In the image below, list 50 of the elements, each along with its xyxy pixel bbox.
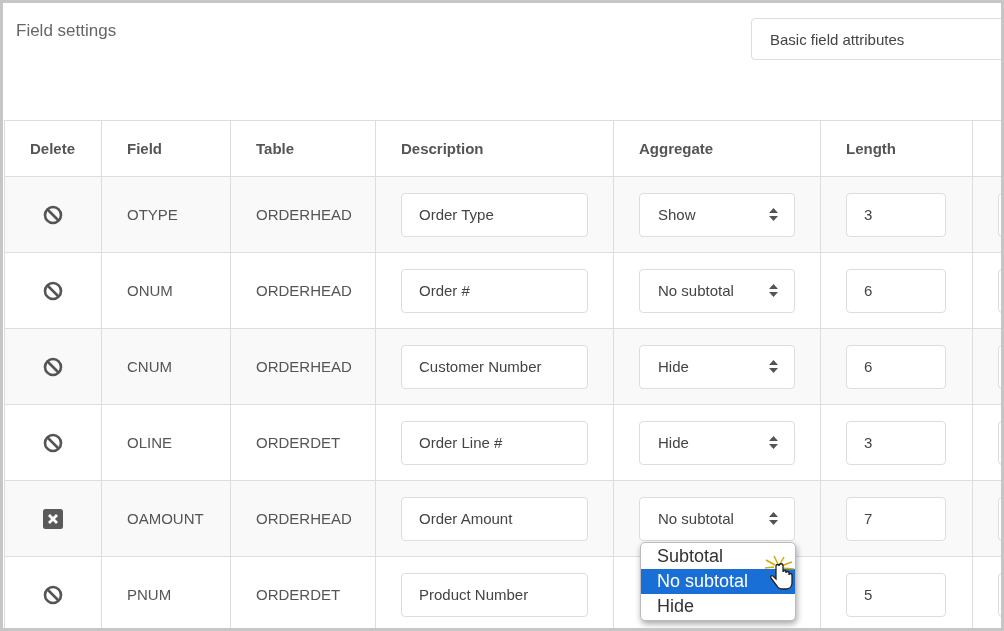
length-field[interactable]: 7 [846, 496, 946, 541]
prohibited-icon[interactable] [43, 204, 63, 225]
sort-caret-icon [769, 436, 778, 449]
prohibited-icon[interactable] [43, 356, 63, 377]
table-name: ORDERDET [256, 586, 341, 603]
table-name: ORDERHEAD [256, 206, 352, 223]
close-box-icon[interactable] [43, 508, 63, 529]
field-name: CNUM [127, 358, 172, 375]
prohibited-icon[interactable] [43, 432, 63, 453]
field-name: ONUM [127, 282, 173, 299]
length-field[interactable]: 3 [846, 420, 946, 465]
aggregate-select[interactable]: Show [639, 192, 795, 237]
description-field[interactable]: Order Line # [401, 420, 588, 465]
table-name: ORDERHEAD [256, 510, 352, 527]
sort-caret-icon [769, 360, 778, 373]
dropdown-option[interactable]: No subtotal [641, 568, 795, 594]
dropdown-option[interactable]: Subtotal [641, 543, 795, 569]
description-field[interactable]: Order Amount [401, 496, 588, 541]
sort-caret-icon [769, 208, 778, 221]
length-field[interactable]: 3 [846, 192, 946, 237]
sort-caret-icon [769, 512, 778, 525]
description-field[interactable]: Order # [401, 268, 588, 313]
table-name: ORDERHEAD [256, 358, 352, 375]
aggregate-select[interactable]: Hide [639, 344, 795, 389]
field-name: OTYPE [127, 206, 178, 223]
prohibited-icon[interactable] [43, 584, 63, 605]
column-header: Field [127, 140, 162, 157]
aggregate-select[interactable]: No subtotal [639, 268, 795, 313]
aggregate-select[interactable]: Hide [639, 420, 795, 465]
column-header: Description [401, 140, 484, 157]
dropdown-option[interactable]: Hide [641, 593, 795, 619]
column-header: Table [256, 140, 295, 157]
description-field[interactable]: Customer Number [401, 344, 588, 389]
view-select[interactable]: Basic field attributes [751, 18, 1001, 60]
column-header: Aggregate [639, 140, 714, 157]
field-name: OLINE [127, 434, 172, 451]
description-field[interactable]: Product Number [401, 572, 588, 617]
prohibited-icon[interactable] [43, 280, 63, 301]
sort-caret-icon [769, 284, 778, 297]
page-title: Field settings [16, 21, 117, 42]
description-field[interactable]: Order Type [401, 192, 588, 237]
field-name: PNUM [127, 586, 172, 603]
table-name: ORDERHEAD [256, 282, 352, 299]
length-field[interactable]: 6 [846, 344, 946, 389]
field-name: OAMOUNT [127, 510, 204, 527]
column-header: Length [846, 140, 896, 157]
table-name: ORDERDET [256, 434, 341, 451]
length-field[interactable]: 6 [846, 268, 946, 313]
column-header: Delete [30, 140, 76, 157]
length-field[interactable]: 5 [846, 572, 946, 617]
